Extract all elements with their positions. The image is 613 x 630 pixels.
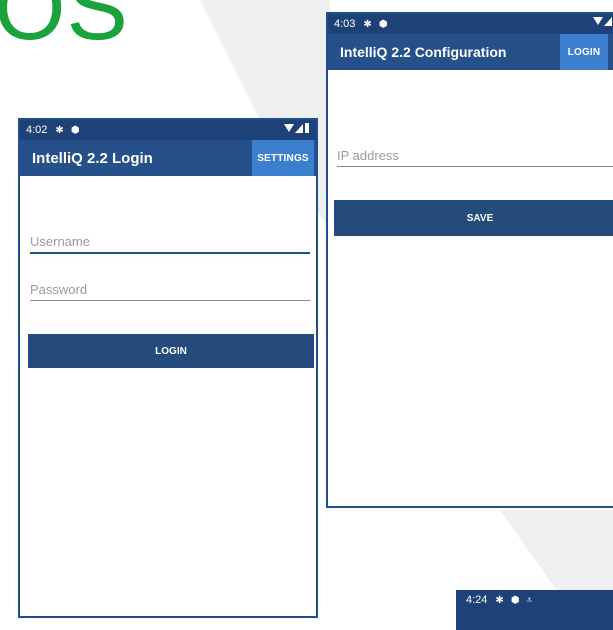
third-screen: 4:24 ✱ ⬢ ⩡ bbox=[456, 590, 613, 630]
gear-icon: ✱ bbox=[55, 124, 64, 136]
wifi-icon bbox=[593, 17, 603, 25]
config-screen: 4:03 ✱ ⬢ IntelliQ 2.2 Configuration LOGI… bbox=[326, 12, 613, 508]
battery-icon bbox=[305, 123, 309, 133]
app-bar: IntelliQ 2.2 Configuration LOGIN bbox=[328, 34, 613, 70]
signal-icon bbox=[604, 17, 612, 26]
login-screen: 4:02 ✱ ⬢ IntelliQ 2.2 Login SETTINGS Use… bbox=[18, 118, 318, 618]
ip-address-field[interactable]: IP address bbox=[337, 148, 613, 167]
login-button[interactable]: LOGIN bbox=[28, 334, 314, 368]
status-indicators bbox=[593, 17, 612, 26]
wifi-icon bbox=[284, 123, 294, 132]
shield-icon: ⬢ bbox=[378, 18, 388, 30]
status-time: 4:24 bbox=[466, 594, 488, 606]
page-title: IntelliQ 2.2 Login bbox=[32, 149, 153, 167]
status-bar: 4:24 ✱ ⬢ ⩡ bbox=[456, 590, 613, 610]
status-time: 4:02 bbox=[26, 124, 48, 136]
status-bar: 4:03 ✱ ⬢ bbox=[328, 14, 613, 34]
app-bar: IntelliQ 2.2 Login SETTINGS bbox=[20, 140, 316, 176]
username-field[interactable]: Username bbox=[30, 234, 310, 254]
settings-button[interactable]: SETTINGS bbox=[252, 140, 314, 176]
hero-title: OS bbox=[0, 0, 129, 59]
download-done-icon: ⩡ bbox=[526, 594, 533, 606]
password-field[interactable]: Password bbox=[30, 282, 310, 301]
gear-icon: ✱ bbox=[495, 594, 504, 606]
save-button[interactable]: SAVE bbox=[334, 200, 613, 236]
page-title: IntelliQ 2.2 Configuration bbox=[340, 44, 507, 60]
login-nav-button[interactable]: LOGIN bbox=[560, 34, 608, 70]
status-bar: 4:02 ✱ ⬢ bbox=[20, 120, 316, 140]
signal-icon bbox=[295, 123, 303, 133]
shield-icon: ⬢ bbox=[70, 124, 80, 136]
status-time: 4:03 bbox=[334, 18, 356, 30]
gear-icon: ✱ bbox=[363, 18, 372, 30]
shield-icon: ⬢ bbox=[510, 594, 520, 606]
status-indicators bbox=[284, 123, 310, 133]
